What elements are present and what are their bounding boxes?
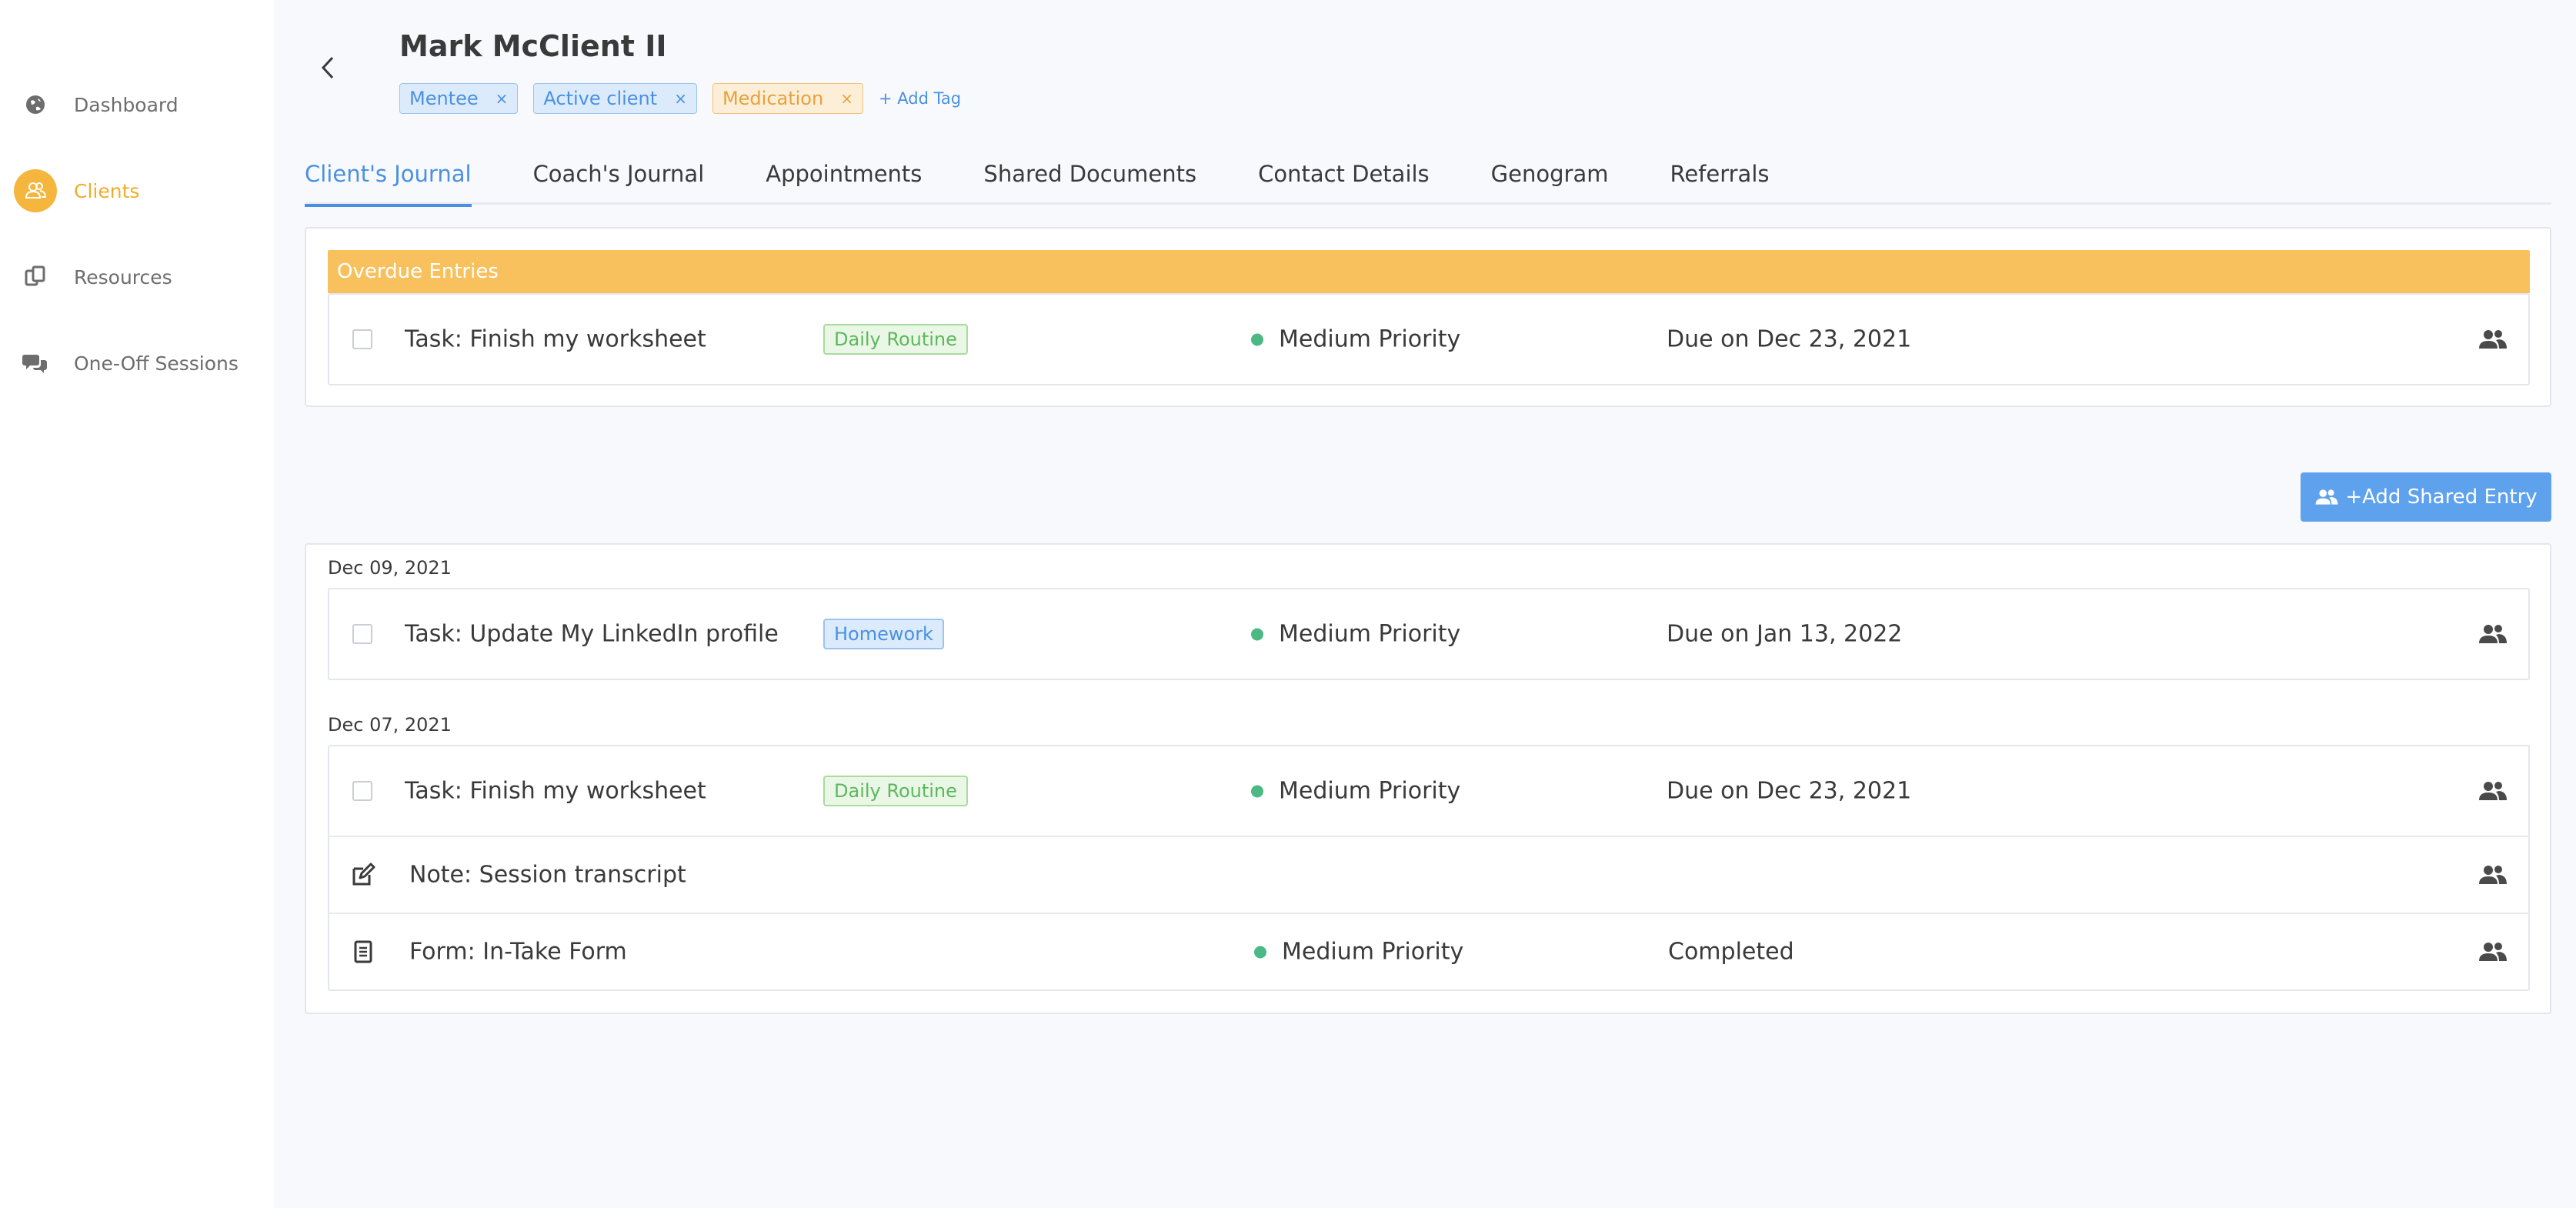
tag-label: Medication	[722, 88, 824, 109]
sidebar-item-dashboard[interactable]: Dashboard	[14, 82, 179, 128]
entry-title: Task: Finish my worksheet	[405, 325, 706, 353]
tab-clients-journal[interactable]: Client's Journal	[305, 152, 472, 207]
tag-label: Mentee	[409, 88, 479, 109]
category-badge: Daily Routine	[823, 776, 968, 806]
entry-title: Task: Finish my worksheet	[405, 777, 706, 805]
sidebar-item-one-off-sessions[interactable]: One-Off Sessions	[14, 340, 239, 386]
users-icon[interactable]	[2478, 327, 2508, 352]
priority-dot	[1251, 785, 1263, 797]
edit-icon	[352, 863, 375, 886]
list-item[interactable]: Form: In-Take Form Medium Priority Compl…	[329, 913, 2528, 989]
tab-contact-details[interactable]: Contact Details	[1258, 152, 1430, 205]
entry-status: Completed	[1668, 938, 1794, 966]
users-icon[interactable]	[2478, 863, 2508, 887]
sidebar-item-clients[interactable]: Clients	[14, 168, 139, 214]
tag-active-client: Active client ×	[533, 83, 697, 114]
comments-icon	[14, 342, 57, 385]
priority-label: Medium Priority	[1279, 777, 1461, 805]
sidebar-item-label: Clients	[74, 179, 140, 202]
users-icon[interactable]	[2478, 939, 2508, 964]
tab-genogram[interactable]: Genogram	[1491, 152, 1609, 205]
priority-indicator: Medium Priority	[1251, 326, 1460, 353]
sidebar-item-resources[interactable]: Resources	[14, 254, 172, 300]
priority-label: Medium Priority	[1279, 325, 1461, 353]
entry-title: Form: In-Take Form	[409, 938, 627, 966]
due-date: Due on Dec 23, 2021	[1667, 777, 1912, 805]
overdue-entries-list: Task: Finish my worksheet Daily Routine …	[328, 293, 2530, 385]
page-title: Mark McClient II	[399, 29, 667, 63]
tab-bar: Client's Journal Coach's Journal Appoint…	[305, 152, 2551, 207]
task-checkbox[interactable]	[352, 624, 372, 644]
copy-icon	[14, 255, 57, 299]
due-date: Due on Dec 23, 2021	[1667, 325, 1912, 353]
priority-label: Medium Priority	[1282, 938, 1464, 966]
clients-icon	[14, 169, 57, 212]
date-group-label: Dec 07, 2021	[328, 714, 452, 736]
list-item[interactable]: Task: Finish my worksheet Daily Routine …	[329, 746, 2528, 836]
overdue-entries-card: Overdue Entries Task: Finish my workshee…	[305, 227, 2551, 407]
entry-title: Task: Update My LinkedIn profile	[405, 620, 779, 648]
tag-medication: Medication ×	[712, 83, 863, 114]
task-checkbox[interactable]	[352, 781, 372, 801]
date-group-label: Dec 09, 2021	[328, 557, 452, 579]
priority-indicator: Medium Priority	[1251, 621, 1460, 648]
tag-mentee: Mentee ×	[399, 83, 519, 114]
priority-label: Medium Priority	[1279, 620, 1461, 648]
back-button[interactable]	[311, 51, 345, 85]
add-shared-entry-button[interactable]: +Add Shared Entry	[2301, 472, 2551, 522]
list-item[interactable]: Task: Update My LinkedIn profile Homewor…	[329, 589, 2528, 679]
due-date: Due on Jan 13, 2022	[1667, 620, 1903, 648]
list-item[interactable]: Note: Session transcript	[329, 836, 2528, 913]
sidebar: Dashboard Clients Resources One-Off Sess…	[0, 0, 274, 1208]
remove-tag-button[interactable]: ×	[840, 89, 853, 108]
entry-title: Note: Session transcript	[409, 861, 686, 889]
tab-referrals[interactable]: Referrals	[1670, 152, 1769, 205]
priority-indicator: Medium Priority	[1254, 939, 1463, 966]
remove-tag-button[interactable]: ×	[496, 89, 509, 108]
users-icon	[2315, 489, 2338, 505]
users-icon[interactable]	[2478, 779, 2508, 803]
chevron-left-icon	[321, 56, 334, 79]
sidebar-item-label: Resources	[74, 265, 172, 289]
add-shared-entry-label: +Add Shared Entry	[2345, 486, 2538, 509]
journal-entries-list: Task: Finish my worksheet Daily Routine …	[328, 745, 2530, 991]
overdue-entries-header: Overdue Entries	[328, 250, 2530, 293]
category-badge: Homework	[823, 619, 944, 649]
sidebar-item-label: One-Off Sessions	[74, 352, 239, 375]
journal-entries-list: Task: Update My LinkedIn profile Homewor…	[328, 588, 2530, 680]
form-icon	[354, 940, 372, 963]
priority-indicator: Medium Priority	[1251, 778, 1460, 805]
users-icon[interactable]	[2478, 622, 2508, 646]
priority-dot	[1251, 628, 1263, 640]
remove-tag-button[interactable]: ×	[674, 89, 687, 108]
category-badge: Daily Routine	[823, 324, 968, 355]
tag-label: Active client	[543, 88, 658, 109]
priority-dot	[1251, 333, 1263, 345]
tab-appointments[interactable]: Appointments	[766, 152, 922, 205]
globe-icon	[14, 83, 57, 126]
task-checkbox[interactable]	[352, 329, 372, 349]
priority-dot	[1254, 946, 1266, 958]
tab-shared-documents[interactable]: Shared Documents	[983, 152, 1196, 205]
list-item[interactable]: Task: Finish my worksheet Daily Routine …	[329, 295, 2528, 384]
tab-coachs-journal[interactable]: Coach's Journal	[533, 152, 705, 205]
tag-list: Mentee × Active client × Medication × + …	[399, 83, 961, 114]
sidebar-item-label: Dashboard	[74, 93, 179, 116]
add-tag-link[interactable]: + Add Tag	[879, 89, 961, 108]
journal-entries-card: Dec 09, 2021 Task: Update My LinkedIn pr…	[305, 543, 2551, 1014]
